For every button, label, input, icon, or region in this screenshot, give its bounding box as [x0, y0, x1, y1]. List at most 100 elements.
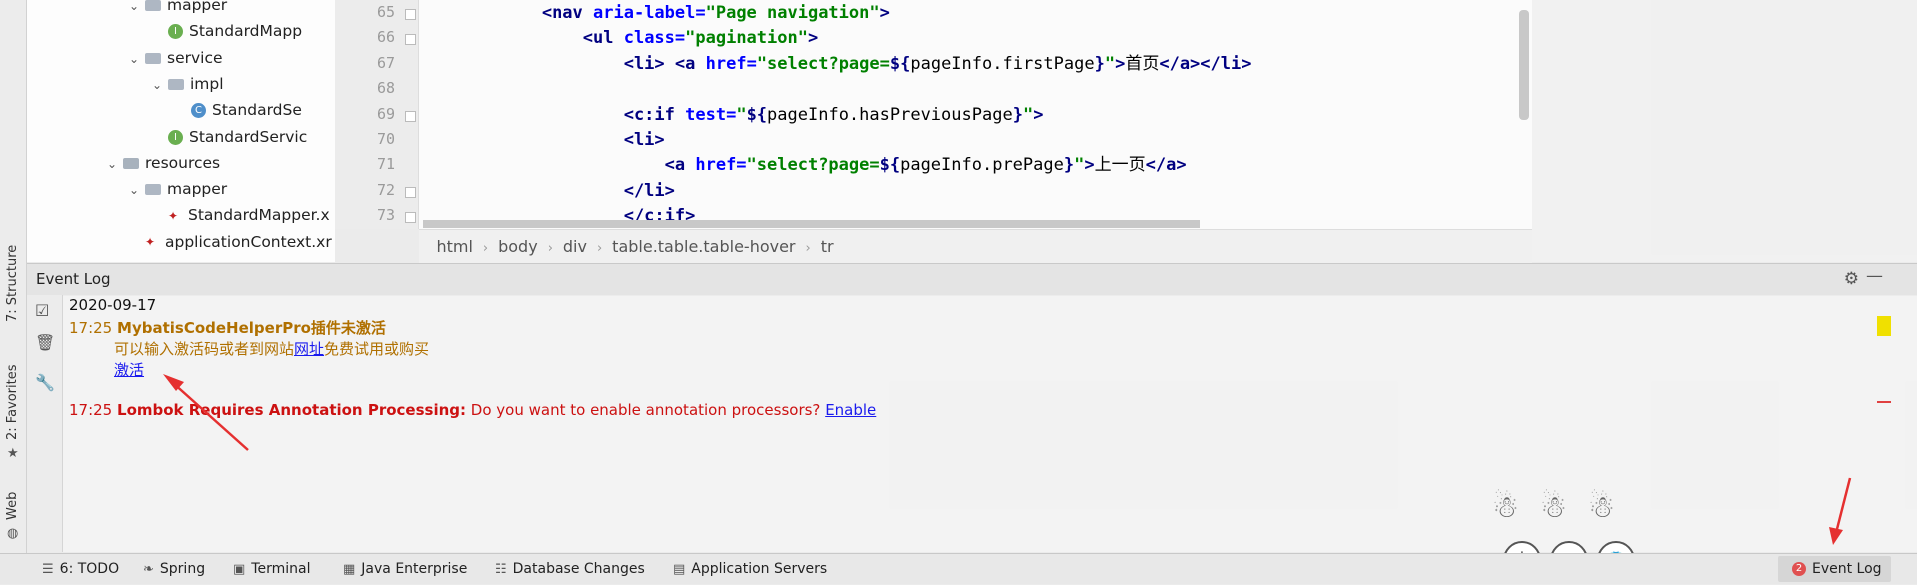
enable-link[interactable]: Enable — [825, 401, 876, 419]
code-token: <li> — [623, 53, 665, 74]
database-changes-tab[interactable]: ☷ Database Changes — [495, 554, 645, 584]
chevron-down-icon[interactable]: ⌄ — [107, 152, 123, 176]
tree-item-label: mapper — [167, 180, 228, 199]
chevron-down-icon[interactable]: ⌄ — [129, 47, 145, 71]
xml-file-icon: ✦ — [168, 208, 179, 223]
code-token: } — [1063, 155, 1075, 176]
event-log-title: Event Log — [36, 270, 111, 288]
chevron-down-icon[interactable]: ⌄ — [152, 73, 168, 97]
folder-icon — [145, 52, 161, 64]
tree-item[interactable]: I StandardMapp — [168, 19, 302, 43]
tree-item[interactable]: I StandardServic — [168, 125, 307, 149]
fold-marker[interactable] — [405, 9, 416, 20]
tree-item[interactable]: ⌄ mapper — [129, 177, 227, 201]
star-icon: ★ — [7, 446, 19, 461]
breadcrumb-separator: › — [547, 241, 553, 256]
class-icon: C — [191, 103, 206, 119]
editor-vertical-scrollbar[interactable] — [1519, 10, 1529, 120]
editor-gutter: 65 66 67 68 69 70 71 72 73 — [335, 0, 419, 229]
breadcrumb-item[interactable]: div — [563, 230, 587, 263]
code-token: <nav — [541, 3, 594, 23]
java-enterprise-icon: ▦ — [343, 562, 356, 577]
tree-item[interactable]: ✦ StandardMapper.x — [168, 203, 330, 227]
code-token: ${ — [879, 155, 901, 176]
todo-tab[interactable]: ☰ 6: TODO — [42, 554, 119, 584]
code-token: <a — [674, 53, 706, 74]
tree-item[interactable]: ⌄ impl — [152, 72, 224, 96]
log-entry-1: 17:25 MybatisCodeHelperPro插件未激活 — [69, 317, 386, 338]
breadcrumb-item[interactable]: tr — [821, 230, 834, 263]
warning-marker — [1877, 316, 1891, 336]
tree-item-label: StandardServic — [189, 127, 308, 146]
folder-icon — [168, 78, 184, 90]
activate-link[interactable]: 激活 — [114, 359, 144, 380]
tree-item[interactable]: ⌄ service — [129, 46, 223, 70]
leaf-icon: ❧ — [143, 562, 154, 577]
code-token: } — [1012, 104, 1023, 125]
folder-icon — [123, 157, 139, 169]
code-token: <c:if — [623, 104, 686, 125]
editor-horizontal-scrollbar[interactable] — [423, 220, 1200, 228]
website-link[interactable]: 网址 — [294, 340, 324, 358]
wrench-icon[interactable]: 🔧 — [35, 373, 55, 392]
application-servers-tab[interactable]: ▤ Application Servers — [673, 554, 827, 584]
todo-label: 6: TODO — [59, 561, 120, 577]
spring-tab[interactable]: ❧ Spring — [143, 554, 205, 584]
tree-item[interactable]: C StandardSe — [191, 98, 302, 122]
code-token: > — [807, 28, 819, 49]
tree-item[interactable]: ⌄ mapper — [129, 0, 227, 17]
tree-item[interactable]: ✦ applicationContext.xr — [145, 230, 332, 254]
terminal-tab[interactable]: ▣ Terminal — [233, 554, 310, 584]
code-token: > — [1033, 104, 1044, 125]
database-changes-label: Database Changes — [512, 561, 645, 577]
code-token: 首页 — [1125, 53, 1160, 74]
folder-icon — [145, 184, 161, 196]
log-entry-1-time: 17:25 — [69, 319, 113, 337]
code-token: </a></li> — [1159, 53, 1252, 74]
fold-marker[interactable] — [405, 34, 416, 46]
minimize-icon[interactable]: — — [1866, 266, 1883, 286]
code-token: </a> — [1145, 155, 1187, 176]
tree-item-label: mapper — [167, 0, 228, 14]
line-number: 70 — [376, 130, 395, 148]
breadcrumb-item[interactable]: body — [498, 230, 538, 263]
favorites-tab[interactable]: 2: Favorites — [5, 364, 20, 440]
code-token: " — [736, 104, 747, 125]
code-token: "select?page= — [746, 155, 880, 176]
chevron-down-icon[interactable]: ⌄ — [129, 0, 145, 18]
java-enterprise-tab[interactable]: ▦ Java Enterprise — [343, 554, 467, 584]
code-token: pageInfo.prePage — [900, 155, 1064, 176]
web-tab[interactable]: Web — [5, 492, 20, 520]
tree-item[interactable]: ⌄ resources — [107, 151, 220, 175]
gear-icon[interactable]: ⚙ — [1844, 269, 1859, 289]
code-editor[interactable]: <nav aria-label="Page navigation"> <ul c… — [419, 0, 1532, 229]
event-log-body: 2020-09-17 17:25 MybatisCodeHelperPro插件未… — [63, 295, 1917, 552]
fold-marker[interactable] — [405, 186, 416, 198]
mark-all-read-icon[interactable]: ☑ — [35, 301, 49, 320]
code-token: "pagination" — [685, 28, 808, 49]
fold-marker[interactable] — [405, 212, 416, 224]
breadcrumb-item[interactable]: table.table.table-hover — [612, 230, 795, 263]
trash-icon[interactable]: 🗑 — [35, 333, 55, 352]
code-line: <li> <a href="select?page=${pageInfo.fir… — [419, 52, 1252, 77]
left-tool-strip: 7: Structure 2: Favorites ★ Web ◍ — [0, 0, 27, 553]
fold-marker[interactable] — [405, 110, 416, 122]
breadcrumb-item[interactable]: html — [436, 230, 472, 263]
interface-icon: I — [168, 129, 183, 145]
chevron-down-icon[interactable]: ⌄ — [129, 178, 145, 202]
code-token: ${ — [889, 53, 911, 74]
code-token: class= — [623, 28, 686, 49]
code-line: <ul class="pagination"> — [419, 26, 818, 51]
status-bar: ☰ 6: TODO ❧ Spring ▣ Terminal ▦ Java Enterpr… — [0, 553, 1917, 584]
code-token: " — [1074, 155, 1085, 176]
code-line: <li> — [419, 128, 665, 153]
code-line: </li> — [419, 179, 675, 204]
mascot-icon-3: ☃ — [1588, 490, 1615, 525]
event-log-button[interactable]: 2 Event Log — [1778, 556, 1891, 582]
structure-tab[interactable]: 7: Structure — [5, 245, 20, 322]
code-token: href= — [695, 155, 747, 176]
code-line: <nav aria-label="Page navigation"> — [419, 1, 890, 26]
